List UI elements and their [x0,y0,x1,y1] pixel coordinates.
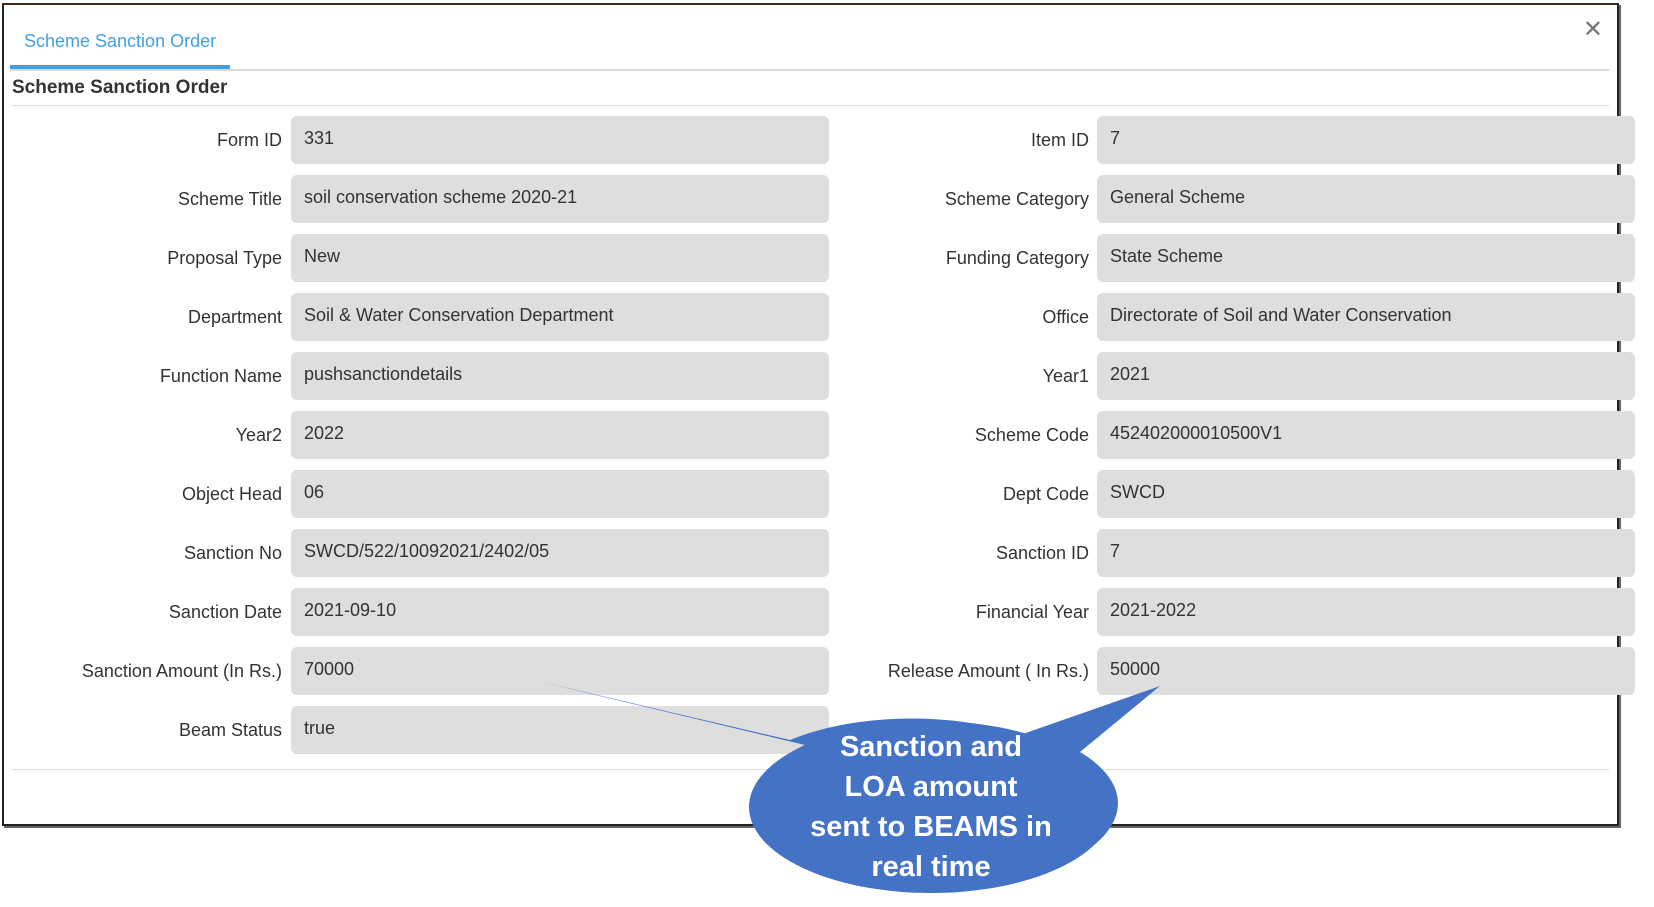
callout-line: real time [871,851,991,883]
callout-line: sent to BEAMS in [810,811,1052,843]
callout-text: Sanction and LOA amount sent to BEAMS in… [750,727,1112,887]
callout-line: Sanction and [839,731,1023,763]
callout-line: LOA amount [844,771,1018,803]
